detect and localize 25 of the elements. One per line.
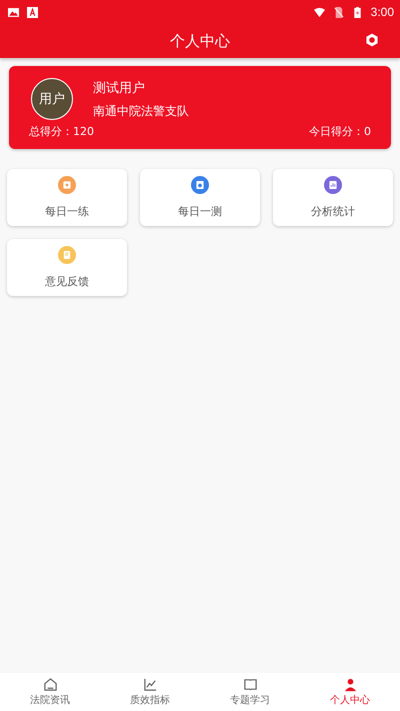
- wifi-icon: [314, 6, 325, 18]
- home-icon: [42, 677, 58, 692]
- feature-button[interactable]: 分析统计: [273, 169, 393, 226]
- page-title: 个人中心: [170, 32, 230, 50]
- settings-icon[interactable]: [364, 32, 380, 48]
- chart-icon: [142, 677, 158, 692]
- book-icon: [242, 677, 258, 692]
- no-sim-icon: [332, 6, 344, 18]
- user-unit: 南通中院法警支队: [93, 102, 189, 120]
- feature-button[interactable]: 每日一测: [140, 169, 260, 226]
- feature-button[interactable]: 意见反馈: [7, 239, 127, 296]
- total-score: 总得分：120: [29, 124, 94, 139]
- image-icon: [8, 6, 19, 18]
- nav-tab[interactable]: 质效指标: [100, 673, 200, 711]
- nav-tab[interactable]: 专题学习: [200, 673, 300, 711]
- nav-tab[interactable]: 个人中心: [300, 673, 400, 711]
- today-score: 今日得分：0: [309, 124, 371, 139]
- nav-tab[interactable]: 法院资讯: [0, 673, 100, 711]
- battery-icon: [352, 6, 363, 18]
- user-name: 测试用户: [93, 80, 146, 96]
- person-icon: [342, 677, 358, 692]
- feature-button[interactable]: 每日一练: [7, 169, 127, 226]
- status-time: 3:00: [370, 5, 394, 19]
- avatar: 用户: [31, 78, 73, 120]
- text-icon: [27, 6, 38, 18]
